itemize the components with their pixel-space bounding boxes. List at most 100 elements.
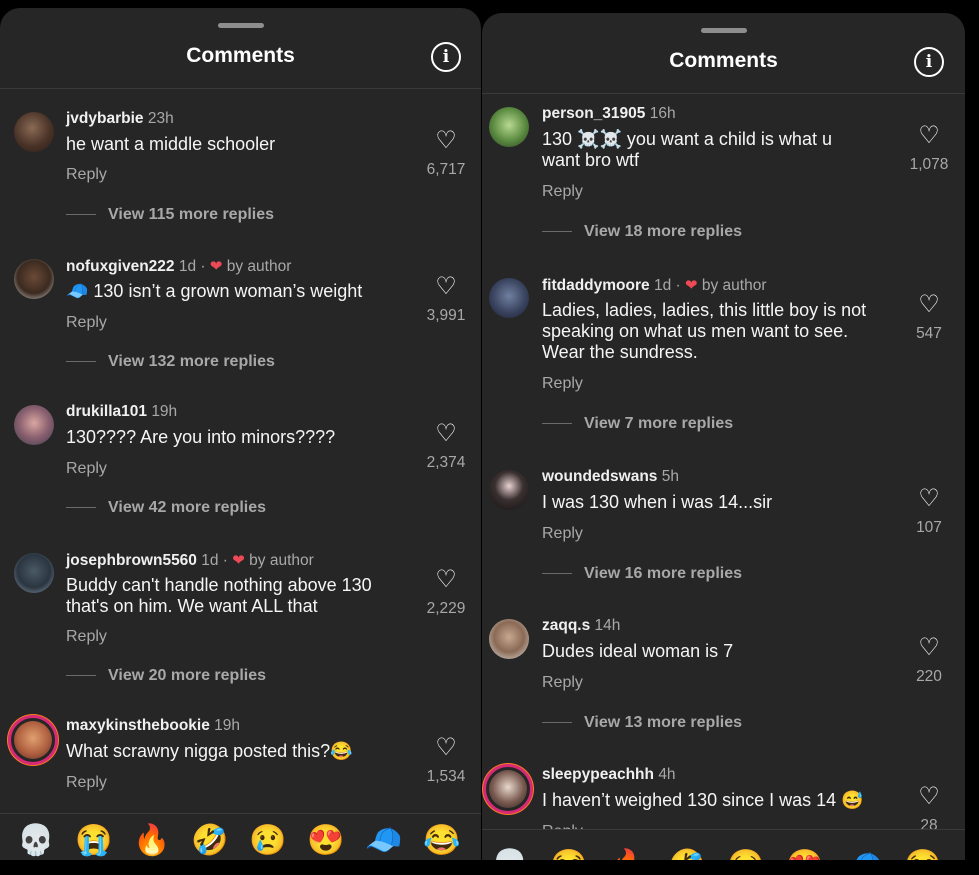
heart-icon[interactable]: ♡ (421, 274, 471, 300)
timestamp: 19h (151, 403, 178, 420)
heart-eyes-emoji-icon[interactable]: 😍 (306, 823, 346, 858)
crying-emoji-icon[interactable]: 😢 (726, 848, 766, 860)
view-more-replies[interactable]: View 16 more replies (542, 565, 742, 583)
like-count: 220 (916, 668, 942, 685)
view-more-replies[interactable]: View 7 more replies (542, 415, 733, 433)
view-more-replies[interactable]: View 13 more replies (542, 714, 742, 732)
reply-button[interactable]: Reply (542, 525, 583, 543)
like-count: 2,374 (426, 454, 466, 471)
liked-by-author-heart-icon: ❤ (684, 277, 698, 294)
crying-emoji-icon[interactable]: 😢 (248, 823, 288, 858)
timestamp: 14h (594, 617, 621, 634)
username[interactable]: fitdaddymoore (542, 277, 650, 294)
avatar[interactable] (489, 278, 529, 318)
view-more-replies[interactable]: View 20 more replies (66, 667, 266, 685)
heart-icon[interactable]: ♡ (904, 635, 954, 661)
rofl-emoji-icon[interactable]: 🤣 (190, 823, 230, 858)
avatar[interactable] (14, 553, 54, 593)
header-divider (482, 93, 965, 94)
like-control[interactable]: ♡ 1,078 (904, 123, 954, 174)
heart-icon[interactable]: ♡ (421, 421, 471, 447)
username[interactable]: josephbrown5560 (66, 552, 197, 569)
loudly-crying-emoji-icon[interactable]: 😭 (74, 823, 114, 858)
skull-emoji-icon[interactable]: 💀 (16, 823, 56, 858)
username[interactable]: zaqq.s (542, 617, 590, 634)
reply-button[interactable]: Reply (542, 375, 583, 393)
heart-icon[interactable]: ♡ (904, 784, 954, 810)
divider-line (66, 214, 96, 216)
view-more-replies[interactable]: View 42 more replies (66, 499, 266, 517)
like-control[interactable]: ♡ 6,717 (421, 128, 471, 179)
avatar[interactable] (14, 112, 54, 152)
reply-button[interactable]: Reply (66, 460, 107, 478)
tears-of-joy-emoji-icon[interactable]: 😂 (903, 848, 943, 860)
username[interactable]: drukilla101 (66, 403, 147, 420)
liked-by-author-heart-icon: ❤ (209, 258, 223, 275)
comment-text: 130???? Are you into minors???? (66, 427, 336, 447)
like-control[interactable]: ♡ 220 (904, 635, 954, 686)
cap-emoji-icon[interactable]: 🧢 (364, 823, 404, 858)
like-control[interactable]: ♡ 2,229 (421, 567, 471, 618)
timestamp: 1d · (178, 258, 210, 275)
heart-icon[interactable]: ♡ (421, 567, 471, 593)
reply-button[interactable]: Reply (66, 166, 107, 184)
username[interactable]: nofuxgiven222 (66, 258, 175, 275)
reply-button[interactable]: Reply (66, 628, 107, 646)
like-count: 1,534 (426, 768, 466, 785)
comment-text: Buddy can't handle nothing above 130 tha… (66, 575, 372, 616)
info-icon[interactable]: i (431, 42, 461, 72)
comment-text: 130 ☠️☠️ you want a child is what u want… (542, 129, 832, 170)
skull-emoji-icon[interactable]: 💀 (490, 848, 530, 860)
drag-handle[interactable] (217, 23, 264, 28)
divider-line (542, 423, 572, 425)
heart-icon[interactable]: ♡ (421, 128, 471, 154)
avatar[interactable] (489, 470, 529, 510)
drag-handle[interactable] (700, 28, 747, 33)
like-count: 547 (916, 325, 942, 342)
comment-text: I was 130 when i was 14...sir (542, 492, 773, 512)
username[interactable]: jvdybarbie (66, 110, 144, 127)
comment-meta: maxykinsthebookie 19h (66, 717, 240, 735)
heart-icon[interactable]: ♡ (421, 735, 471, 761)
avatar[interactable] (14, 405, 54, 445)
heart-icon[interactable]: ♡ (904, 123, 954, 149)
avatar[interactable] (489, 619, 529, 659)
like-control[interactable]: ♡ 547 (904, 292, 954, 343)
fire-emoji-icon[interactable]: 🔥 (608, 848, 648, 860)
avatar[interactable] (14, 259, 54, 299)
like-control[interactable]: ♡ 1,534 (421, 735, 471, 786)
heart-icon[interactable]: ♡ (904, 292, 954, 318)
timestamp: 23h (147, 110, 174, 127)
reply-button[interactable]: Reply (66, 314, 107, 332)
username[interactable]: woundedswans (542, 468, 657, 485)
view-more-replies[interactable]: View 115 more replies (66, 206, 274, 224)
view-more-replies[interactable]: View 18 more replies (542, 223, 742, 241)
tears-of-joy-emoji-icon[interactable]: 😂 (422, 823, 462, 858)
like-control[interactable]: ♡ 107 (904, 486, 954, 537)
like-control[interactable]: ♡ 28 (904, 784, 954, 835)
reply-button[interactable]: Reply (66, 774, 107, 792)
reply-button[interactable]: Reply (542, 183, 583, 201)
comment-meta: josephbrown5560 1d · ❤ by author (66, 551, 314, 570)
like-control[interactable]: ♡ 2,374 (421, 421, 471, 472)
username[interactable]: sleepypeachhh (542, 766, 654, 783)
reply-button[interactable]: Reply (542, 674, 583, 692)
avatar[interactable] (483, 764, 533, 814)
loudly-crying-emoji-icon[interactable]: 😭 (549, 848, 589, 860)
heart-icon[interactable]: ♡ (904, 486, 954, 512)
avatar[interactable] (489, 107, 529, 147)
avatar[interactable] (8, 715, 58, 765)
heart-eyes-emoji-icon[interactable]: 😍 (785, 848, 825, 860)
view-more-replies[interactable]: View 132 more replies (66, 353, 275, 371)
comment-text: he want a middle schooler (66, 134, 276, 154)
username[interactable]: maxykinsthebookie (66, 717, 210, 734)
timestamp: 4h (658, 766, 676, 783)
info-icon[interactable]: i (914, 47, 944, 77)
comment-meta: drukilla101 19h (66, 403, 177, 421)
username[interactable]: person_31905 (542, 105, 645, 122)
rofl-emoji-icon[interactable]: 🤣 (667, 848, 707, 860)
comment-meta: woundedswans 5h (542, 468, 679, 486)
like-control[interactable]: ♡ 3,991 (421, 274, 471, 325)
fire-emoji-icon[interactable]: 🔥 (132, 823, 172, 858)
cap-emoji-icon[interactable]: 🧢 (844, 848, 884, 860)
